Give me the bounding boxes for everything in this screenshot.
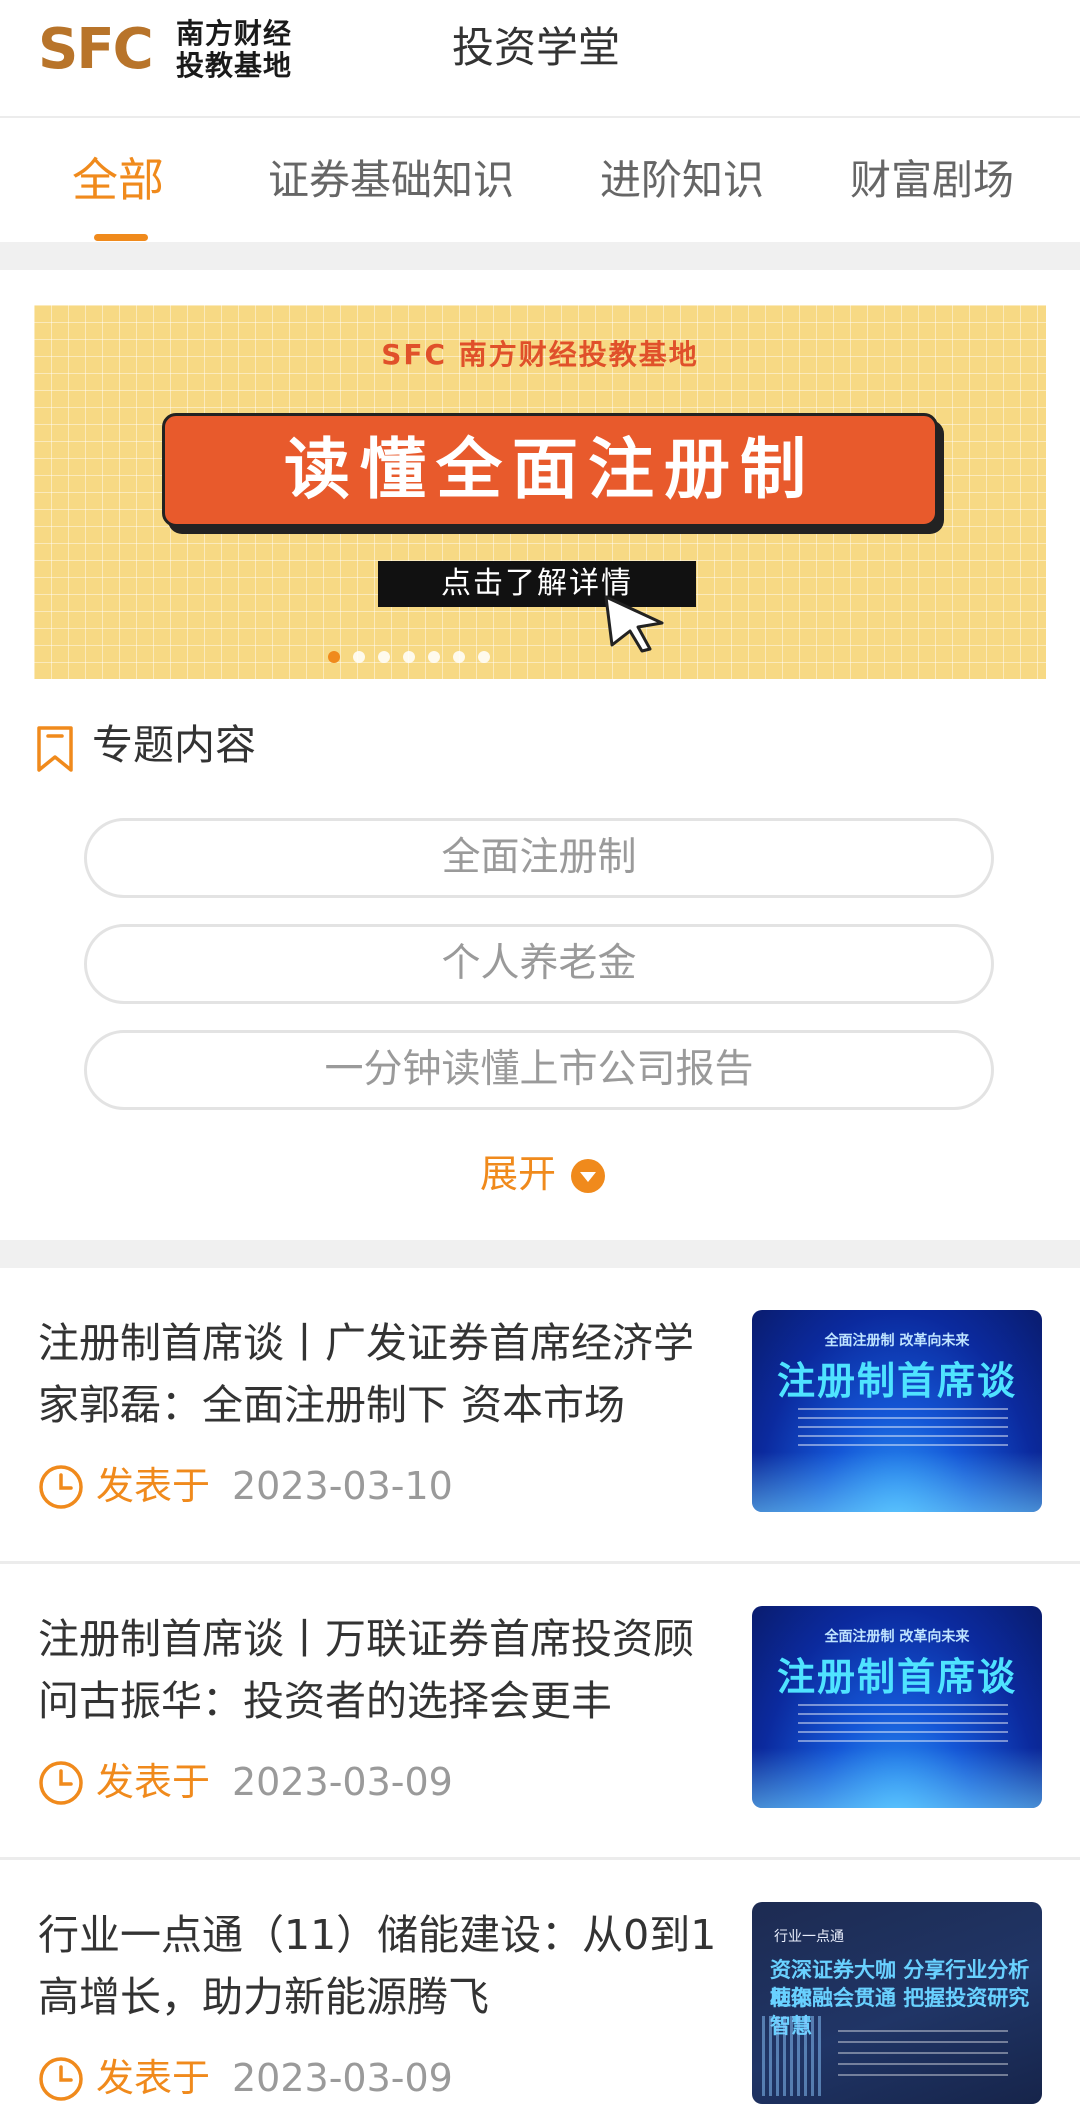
- carousel-dot[interactable]: [378, 651, 390, 663]
- published-label: 发表于: [96, 1464, 211, 1508]
- banner-headline: 读懂全面注册制: [284, 431, 816, 508]
- pointer-cursor-icon: [604, 595, 664, 653]
- thumbnail-fine-print: [838, 2030, 1008, 2084]
- sfc-logo[interactable]: SFC 南方财经 投教基地: [38, 18, 298, 84]
- logo-text: 南方财经 投教基地: [176, 18, 300, 82]
- banner-brand: SFC 南方财经投教基地: [381, 338, 699, 371]
- active-tab-indicator: [94, 234, 148, 241]
- tab-securities-basics[interactable]: 证券基础知识: [268, 150, 514, 210]
- bookmark-icon: [37, 726, 73, 772]
- thumbnail-glow: [752, 1452, 1042, 1512]
- logo-text-line2: 投教基地: [176, 49, 293, 82]
- carousel-dot[interactable]: [328, 651, 340, 663]
- thumbnail-fine-print: [798, 1408, 1008, 1448]
- article-meta: 发表于 2023-03-09: [38, 2050, 738, 2106]
- article-item[interactable]: 注册制首席谈丨万联证券首席投资顾问古振华：投资者的选择会更丰 发表于 2023-…: [0, 1564, 1080, 1860]
- clock-icon: [39, 1465, 83, 1509]
- expand-label: 展开: [480, 1152, 557, 1196]
- page-title: 投资学堂: [452, 23, 621, 72]
- article-thumbnail[interactable]: 全面注册制 改革向未来 注册制首席谈: [752, 1606, 1042, 1808]
- thumbnail-chart-graphic: [762, 2016, 822, 2096]
- topic-pill[interactable]: 一分钟读懂上市公司报告: [84, 1030, 994, 1110]
- thumbnail-tag: 行业一点通: [774, 1929, 844, 1945]
- carousel-dot[interactable]: [453, 651, 465, 663]
- article-title[interactable]: 注册制首席谈丨万联证券首席投资顾问古振华：投资者的选择会更丰: [38, 1608, 728, 1732]
- section-divider: [0, 1240, 1080, 1268]
- article-title[interactable]: 行业一点通（11）储能建设：从0到1高增长，助力新能源腾飞: [38, 1904, 728, 2028]
- banner-headline-box: 读懂全面注册制: [162, 413, 938, 527]
- carousel-dot[interactable]: [403, 651, 415, 663]
- carousel-dot[interactable]: [478, 651, 490, 663]
- tab-all[interactable]: 全部: [72, 150, 164, 210]
- carousel-dot[interactable]: [428, 651, 440, 663]
- tab-advanced-knowledge[interactable]: 进阶知识: [600, 150, 764, 210]
- article-title[interactable]: 注册制首席谈丨广发证券首席经济学家郭磊：全面注册制下 资本市场: [38, 1312, 728, 1436]
- thumbnail-subtitle: 全面注册制 改革向未来: [824, 1333, 970, 1349]
- published-date: 2023-03-09: [232, 2056, 453, 2100]
- chevron-down-circle-icon: [571, 1159, 605, 1193]
- logo-text-line1: 南方财经: [176, 17, 293, 50]
- clock-icon: [39, 2057, 83, 2101]
- article-item[interactable]: 注册制首席谈丨广发证券首席经济学家郭磊：全面注册制下 资本市场 发表于 2023…: [0, 1268, 1080, 1564]
- thumbnail-title: 注册制首席谈: [776, 1655, 1017, 1699]
- clock-icon: [39, 1761, 83, 1805]
- article-thumbnail[interactable]: 行业一点通 资深证券大咖 分享行业分析框架 助你融会贯通 把握投资研究智慧: [752, 1902, 1042, 2104]
- published-date: 2023-03-09: [232, 1760, 453, 1804]
- article-thumbnail[interactable]: 全面注册制 改革向未来 注册制首席谈: [752, 1310, 1042, 1512]
- published-label: 发表于: [96, 1760, 211, 1804]
- thumbnail-subtitle: 全面注册制 改革向未来: [824, 1629, 970, 1645]
- logo-mark: SFC: [38, 17, 154, 82]
- topic-pill[interactable]: 全面注册制: [84, 818, 994, 898]
- tab-wealth-theater[interactable]: 财富剧场: [850, 150, 1014, 210]
- published-label: 发表于: [96, 2056, 211, 2100]
- carousel-dots: [34, 651, 1046, 665]
- thumbnail-glow: [752, 1748, 1042, 1808]
- app-header: SFC 南方财经 投教基地 投资学堂: [0, 0, 1080, 118]
- article-meta: 发表于 2023-03-10: [38, 1458, 738, 1514]
- category-tabs: 全部 证券基础知识 进阶知识 财富剧场: [0, 120, 1080, 242]
- promo-banner[interactable]: SFC 南方财经投教基地 读懂全面注册制 点击了解详情: [34, 305, 1046, 679]
- thumbnail-title: 注册制首席谈: [776, 1359, 1017, 1403]
- thumbnail-fine-print: [798, 1704, 1008, 1744]
- carousel-dot[interactable]: [353, 651, 365, 663]
- published-date: 2023-03-10: [232, 1464, 453, 1508]
- article-meta: 发表于 2023-03-09: [38, 1754, 738, 1810]
- section-title: 专题内容: [92, 721, 256, 769]
- section-divider: [0, 242, 1080, 270]
- topic-pill[interactable]: 个人养老金: [84, 924, 994, 1004]
- article-item[interactable]: 行业一点通（11）储能建设：从0到1高增长，助力新能源腾飞 发表于 2023-0…: [0, 1860, 1080, 2115]
